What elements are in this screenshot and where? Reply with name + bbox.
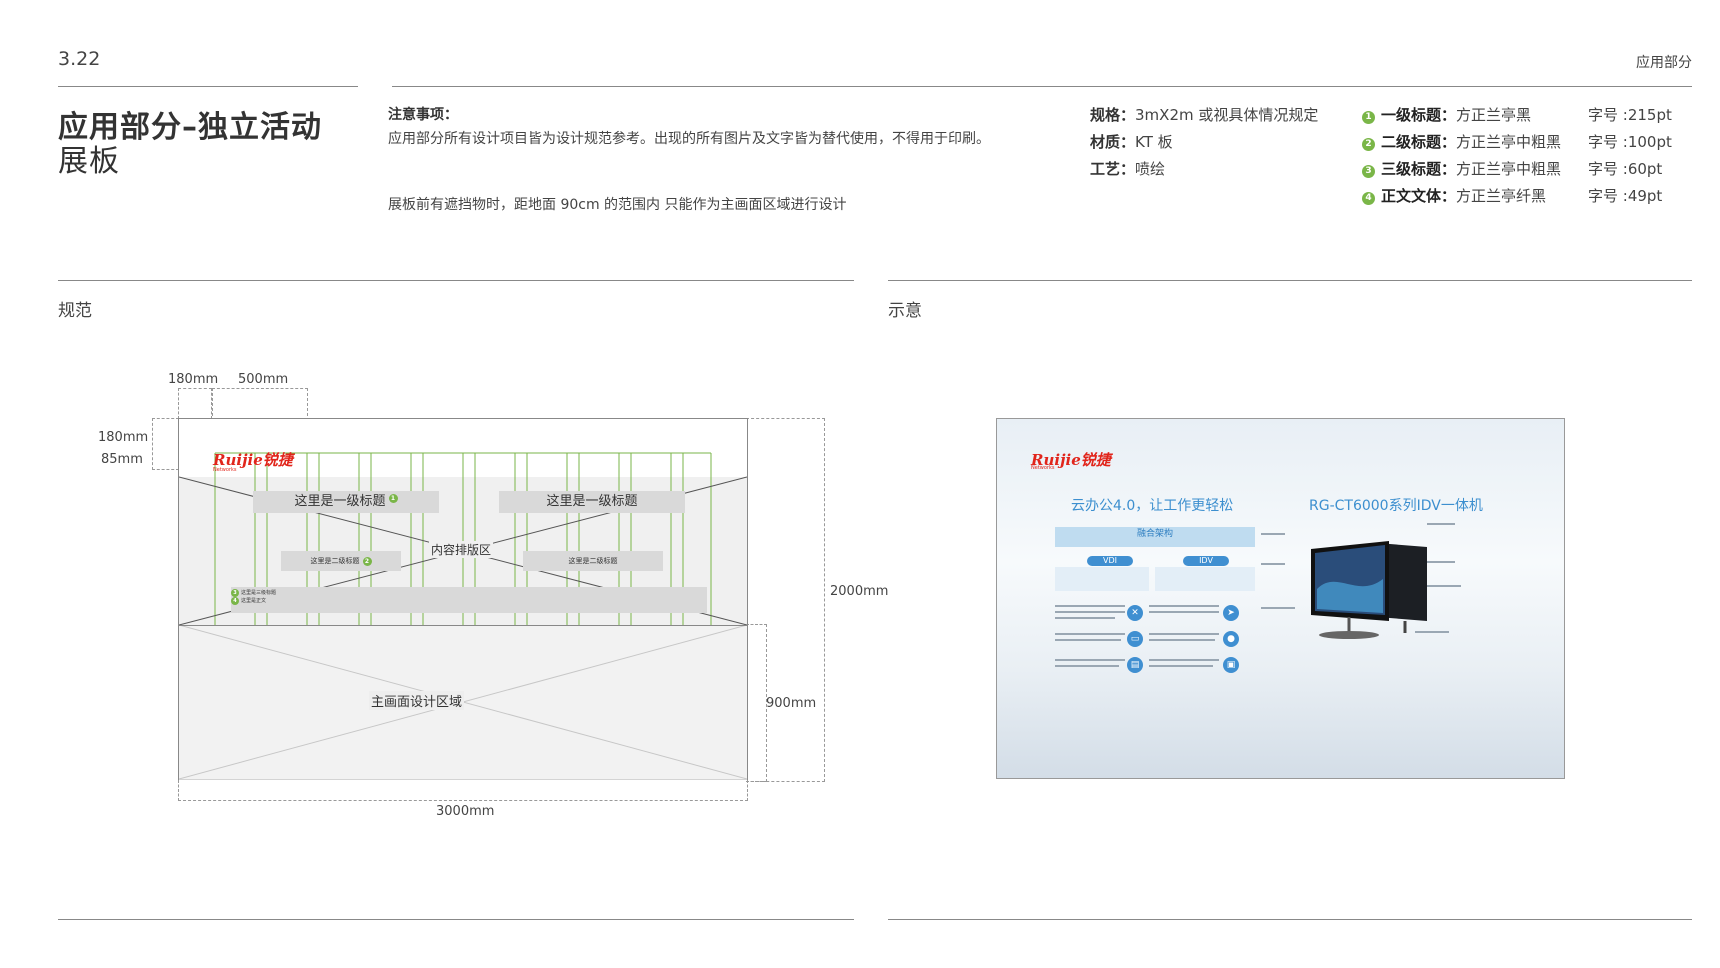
text-line xyxy=(1415,631,1449,633)
text-line xyxy=(1055,665,1119,667)
font-spec-1: 1 一级标题：方正兰亭黑 xyxy=(1362,104,1531,125)
print-icon: ▤ xyxy=(1127,657,1143,673)
font-spec-3: 3 三级标题：方正兰亭中粗黑 xyxy=(1362,158,1561,179)
text-line xyxy=(1149,633,1219,635)
text-line xyxy=(1261,607,1295,609)
title-placeholder-left: 这里是一级标题 1 xyxy=(253,491,439,513)
text-line xyxy=(1427,585,1461,587)
section-label: 应用部分 xyxy=(1636,55,1692,71)
page-title-line2: 展板 xyxy=(58,144,120,179)
text-line xyxy=(1427,561,1455,563)
tool-icon: ✕ xyxy=(1127,605,1143,621)
dim-guide xyxy=(746,624,767,782)
vdi-pill: VDI xyxy=(1087,556,1133,566)
dim-label-top-a: 180mm xyxy=(168,372,219,387)
text-line xyxy=(1055,633,1125,635)
notice-body: 应用部分所有设计项目皆为设计规范参考。出现的所有图片及文字皆为替代使用，不得用于… xyxy=(388,131,990,147)
demo-title-right: RG-CT6000系列IDV一体机 xyxy=(1309,498,1483,514)
text-line xyxy=(1261,563,1285,565)
monitor-icon: ▭ xyxy=(1127,631,1143,647)
number-badge: 3 xyxy=(1362,165,1375,178)
spec-heading: 规范 xyxy=(58,301,92,321)
number-badge: 1 xyxy=(388,494,398,503)
architecture-band: 融合架构 xyxy=(1055,527,1255,547)
brand-logo-sub: Networks xyxy=(213,467,237,473)
demo-title-left: 云办公4.0，让工作更轻松 xyxy=(1071,498,1234,514)
page-number: 3.22 xyxy=(58,48,101,70)
brand-logo-sub: Networks xyxy=(1031,465,1055,471)
divider xyxy=(58,86,358,87)
text-line xyxy=(1149,639,1215,641)
divider xyxy=(58,919,854,920)
font-size-3: 字号 :60pt xyxy=(1588,160,1663,178)
text-line xyxy=(1055,617,1115,619)
font-size-2: 字号 :100pt xyxy=(1588,133,1672,151)
main-area-label: 主画面设计区域 xyxy=(369,691,465,710)
dim-label-width: 3000mm xyxy=(436,804,495,819)
dim-guide xyxy=(178,780,748,801)
dim-label-left-b: 85mm xyxy=(101,452,143,467)
text-line xyxy=(1055,659,1125,661)
body-placeholder xyxy=(231,587,707,613)
font-spec-4: 4 正文文体：方正兰亭纤黑 xyxy=(1362,185,1546,206)
content-area-label: 内容排版区 xyxy=(429,541,494,558)
spec-process: 工艺：喷绘 xyxy=(1090,160,1166,178)
number-badge: 4 xyxy=(1362,192,1375,205)
text-line xyxy=(1427,523,1455,525)
body-text-sample: 3 这里是三级标题 4 这里是正文 xyxy=(231,589,276,605)
vdi-card xyxy=(1055,567,1149,591)
dim-guide xyxy=(178,388,212,419)
demo-board: Ruijie锐捷 Networks 云办公4.0，让工作更轻松 RG-CT600… xyxy=(996,418,1565,779)
text-line xyxy=(1149,659,1219,661)
board-diagram: 主画面设计区域 Ruijie锐捷 Networks 这里是一级标题 1 这里是一级… xyxy=(178,418,748,780)
text-line xyxy=(1055,611,1125,613)
divider xyxy=(888,919,1692,920)
subtitle-placeholder-right: 这里是二级标题 xyxy=(523,551,663,571)
product-monitor-image xyxy=(1311,541,1427,639)
font-size-1: 字号 :215pt xyxy=(1588,106,1672,124)
font-size-4: 字号 :49pt xyxy=(1588,187,1663,205)
dim-label-height: 2000mm xyxy=(830,584,889,599)
text-line xyxy=(1149,611,1219,613)
notice-extra: 展板前有遮挡物时，距地面 90cm 的范围内 只能作为主画面区域进行设计 xyxy=(388,197,847,213)
idv-pill: IDV xyxy=(1183,556,1229,566)
dim-label-top-b: 500mm xyxy=(238,372,289,387)
idv-card xyxy=(1155,567,1255,591)
dim-guide xyxy=(152,418,179,470)
notice-heading: 注意事项： xyxy=(388,107,458,123)
disc-icon: ● xyxy=(1223,631,1239,647)
number-badge: 3 xyxy=(231,589,239,597)
divider xyxy=(888,280,1692,281)
divider xyxy=(58,280,854,281)
text-line xyxy=(1149,665,1213,667)
demo-heading: 示意 xyxy=(888,301,922,321)
spec-material: 材质：KT 板 xyxy=(1090,133,1173,151)
number-badge: 2 xyxy=(362,557,372,566)
text-line xyxy=(1055,639,1121,641)
screen-icon: ▣ xyxy=(1223,657,1239,673)
divider xyxy=(392,86,1692,87)
text-line xyxy=(1261,533,1285,535)
text-line xyxy=(1149,605,1219,607)
text-line xyxy=(1055,605,1125,607)
spec-size: 规格：3mX2m 或视具体情况规定 xyxy=(1090,106,1319,124)
subtitle-placeholder-left: 这里是二级标题 2 xyxy=(281,551,401,571)
title-placeholder-right: 这里是一级标题 xyxy=(499,491,685,513)
dim-label-left-a: 180mm xyxy=(98,430,149,445)
font-spec-2: 2 二级标题：方正兰亭中粗黑 xyxy=(1362,131,1561,152)
number-badge: 4 xyxy=(231,597,239,605)
number-badge: 2 xyxy=(1362,138,1375,151)
dim-label-lower: 900mm xyxy=(766,696,817,711)
rocket-icon: ➤ xyxy=(1223,605,1239,621)
number-badge: 1 xyxy=(1362,111,1375,124)
